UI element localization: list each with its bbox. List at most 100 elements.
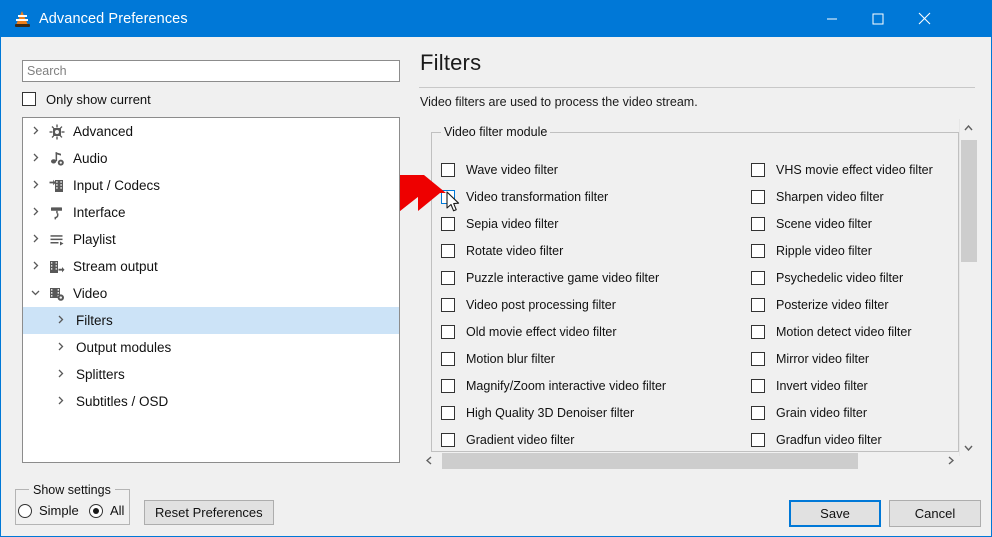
filter-label: Scene video filter — [776, 217, 872, 231]
tree-item-label: Input / Codecs — [73, 178, 161, 193]
only-show-current-checkbox[interactable]: Only show current — [22, 90, 151, 108]
filter-label: Wave video filter — [466, 163, 558, 177]
chip-icon — [46, 124, 68, 140]
filter-label: Sepia video filter — [466, 217, 559, 231]
tree-item-video[interactable]: Video — [23, 280, 399, 307]
chevron-right-icon[interactable] — [56, 315, 71, 327]
title-divider — [419, 87, 975, 88]
checkbox-box — [441, 190, 455, 204]
scroll-up-icon[interactable] — [960, 119, 977, 136]
filter-checkbox-posterize-video-filter[interactable]: Posterize video filter — [751, 296, 889, 314]
film-input-icon — [46, 178, 68, 194]
filter-label: Old movie effect video filter — [466, 325, 617, 339]
save-button[interactable]: Save — [789, 500, 881, 527]
tree-item-subtitles-osd[interactable]: Subtitles / OSD — [23, 388, 399, 415]
checkbox-box — [751, 406, 765, 420]
filter-label: Gradient video filter — [466, 433, 575, 447]
chevron-right-icon[interactable] — [31, 153, 46, 165]
filter-checkbox-magnify-zoom-interactive-video-filter[interactable]: Magnify/Zoom interactive video filter — [441, 377, 666, 395]
checkbox-box — [751, 244, 765, 258]
filter-checkbox-puzzle-interactive-game-video-filter[interactable]: Puzzle interactive game video filter — [441, 269, 659, 287]
checkbox-box — [751, 379, 765, 393]
filter-checkbox-sepia-video-filter[interactable]: Sepia video filter — [441, 215, 558, 233]
only-show-current-label: Only show current — [46, 91, 151, 107]
checkbox-box — [441, 271, 455, 285]
video-gear-icon — [50, 287, 64, 301]
filter-checkbox-rotate-video-filter[interactable]: Rotate video filter — [441, 242, 563, 260]
tree-item-stream-output[interactable]: Stream output — [23, 253, 399, 280]
stream-output-icon — [46, 259, 68, 275]
show-settings-title: Show settings — [29, 483, 115, 497]
filter-checkbox-gradfun-video-filter[interactable]: Gradfun video filter — [751, 431, 882, 449]
group-border-top-right — [546, 132, 959, 133]
filter-checkbox-scene-video-filter[interactable]: Scene video filter — [751, 215, 872, 233]
filter-label: High Quality 3D Denoiser filter — [466, 406, 635, 420]
tree-item-audio[interactable]: Audio — [23, 145, 399, 172]
music-note-icon — [51, 151, 64, 166]
filter-checkbox-motion-blur-filter[interactable]: Motion blur filter — [441, 350, 555, 368]
filter-checkbox-video-transformation-filter[interactable]: Video transformation filter — [441, 188, 608, 206]
filter-checkbox-old-movie-effect-video-filter[interactable]: Old movie effect video filter — [441, 323, 617, 341]
filter-checkbox-video-post-processing-filter[interactable]: Video post processing filter — [441, 296, 616, 314]
maximize-button[interactable] — [855, 0, 901, 37]
reset-preferences-button[interactable]: Reset Preferences — [144, 500, 274, 525]
filter-checkbox-wave-video-filter[interactable]: Wave video filter — [441, 161, 558, 179]
filter-checkbox-ripple-video-filter[interactable]: Ripple video filter — [751, 242, 872, 260]
tree-item-label: Audio — [73, 151, 108, 166]
stream-output-icon — [50, 260, 65, 273]
tree-item-interface[interactable]: Interface — [23, 199, 399, 226]
radio-show-settings-all[interactable]: All — [89, 503, 124, 518]
chevron-right-icon[interactable] — [31, 207, 46, 219]
radio-show-settings-simple[interactable]: Simple — [18, 503, 79, 518]
chevron-right-icon[interactable] — [31, 234, 46, 246]
filter-checkbox-gradient-video-filter[interactable]: Gradient video filter — [441, 431, 574, 449]
preferences-tree[interactable]: Advanced Audio Input / Codecs Interface Play… — [22, 117, 400, 463]
checkbox-box — [441, 217, 455, 231]
filter-checkbox-sharpen-video-filter[interactable]: Sharpen video filter — [751, 188, 884, 206]
chevron-right-icon[interactable] — [31, 261, 46, 273]
page-description: Video filters are used to process the vi… — [420, 95, 698, 109]
vertical-scroll-thumb[interactable] — [961, 140, 977, 262]
search-input[interactable] — [22, 60, 400, 82]
filter-checkbox-grain-video-filter[interactable]: Grain video filter — [751, 404, 867, 422]
filter-checkbox-psychedelic-video-filter[interactable]: Psychedelic video filter — [751, 269, 903, 287]
video-gear-icon — [46, 286, 68, 302]
filter-label: Psychedelic video filter — [776, 271, 904, 285]
scroll-down-icon[interactable] — [960, 439, 977, 456]
tree-item-playlist[interactable]: Playlist — [23, 226, 399, 253]
radio-circle — [89, 503, 103, 518]
checkbox-box — [751, 190, 765, 204]
chevron-right-icon[interactable] — [56, 369, 71, 381]
filter-checkbox-motion-detect-video-filter[interactable]: Motion detect video filter — [751, 323, 912, 341]
chevron-right-icon[interactable] — [31, 126, 46, 138]
horizontal-scroll-thumb[interactable] — [442, 453, 858, 469]
close-icon — [918, 12, 930, 25]
chevron-right-icon[interactable] — [31, 180, 46, 192]
cancel-button[interactable]: Cancel — [889, 500, 981, 527]
paint-roller-icon — [51, 206, 62, 219]
tree-item-advanced[interactable]: Advanced — [23, 118, 399, 145]
filter-label: Motion detect video filter — [776, 325, 912, 339]
chevron-right-icon[interactable] — [56, 342, 71, 354]
tree-item-label: Output modules — [76, 340, 172, 355]
playlist-icon — [50, 234, 64, 245]
checkbox-box — [441, 433, 455, 447]
filter-checkbox-invert-video-filter[interactable]: Invert video filter — [751, 377, 868, 395]
scroll-left-icon[interactable] — [420, 452, 437, 469]
minimize-button[interactable] — [809, 0, 855, 37]
music-note-icon — [46, 151, 68, 167]
scroll-right-icon[interactable] — [942, 452, 959, 469]
tree-item-splitters[interactable]: Splitters — [23, 361, 399, 388]
filter-checkbox-mirror-video-filter[interactable]: Mirror video filter — [751, 350, 869, 368]
chevron-right-icon[interactable] — [56, 396, 71, 408]
horizontal-scrollbar[interactable] — [420, 452, 959, 470]
tree-item-filters[interactable]: Filters — [23, 307, 399, 334]
tree-item-output-modules[interactable]: Output modules — [23, 334, 399, 361]
vertical-scrollbar[interactable] — [959, 119, 977, 456]
chevron-down-icon[interactable] — [31, 288, 46, 300]
tree-item-label: Video — [73, 286, 108, 301]
tree-item-input-codecs[interactable]: Input / Codecs — [23, 172, 399, 199]
filter-checkbox-high-quality-3d-denoiser-filter[interactable]: High Quality 3D Denoiser filter — [441, 404, 634, 422]
close-button[interactable] — [901, 0, 947, 37]
filter-checkbox-vhs-movie-effect-video-filter[interactable]: VHS movie effect video filter — [751, 161, 933, 179]
